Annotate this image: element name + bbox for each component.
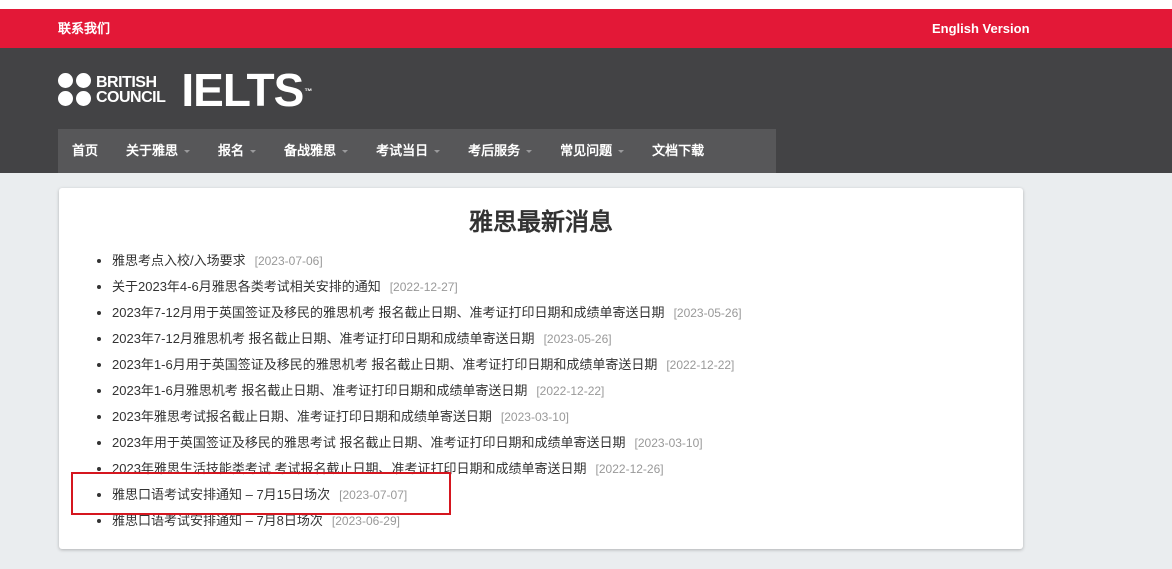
site-header: BRITISH COUNCIL IELTS ™ 首页 关于雅思 报名 备战雅思 考试当日 考… — [0, 48, 1172, 173]
news-link[interactable]: 关于2023年4-6月雅思各类考试相关安排的通知 — [112, 279, 381, 294]
top-bar: 联系我们 English Version — [0, 9, 1172, 48]
nav-item[interactable]: 考后服务 — [454, 129, 546, 173]
main-nav: 首页 关于雅思 报名 备战雅思 考试当日 考后服务 常见问题 文档下载 — [58, 129, 776, 173]
news-date: [2022-12-22] — [536, 384, 605, 398]
nav-item-label: 备战雅思 — [284, 143, 337, 158]
news-link[interactable]: 2023年7-12月用于英国签证及移民的雅思机考 报名截止日期、准考证打印日期和… — [112, 305, 665, 320]
list-item: 2023年雅思生活技能类考试 考试报名截止日期、准考证打印日期和成绩单寄送日期 [… — [96, 456, 742, 482]
british-council-dots-icon — [58, 73, 92, 107]
caret-down-icon — [342, 150, 349, 154]
news-link[interactable]: 2023年雅思考试报名截止日期、准考证打印日期和成绩单寄送日期 — [112, 409, 492, 424]
news-date: [2023-06-29] — [331, 514, 400, 528]
news-date: [2023-05-26] — [673, 306, 742, 320]
site-logo[interactable]: BRITISH COUNCIL IELTS ™ — [58, 64, 312, 116]
news-link[interactable]: 2023年用于英国签证及移民的雅思考试 报名截止日期、准考证打印日期和成绩单寄送… — [112, 435, 626, 450]
nav-item-label: 首页 — [72, 143, 99, 158]
news-link[interactable]: 2023年1-6月雅思机考 报名截止日期、准考证打印日期和成绩单寄送日期 — [112, 383, 527, 398]
list-item: 雅思考点入校/入场要求 [2023-07-06] — [96, 248, 742, 274]
news-link[interactable]: 雅思考点入校/入场要求 — [112, 253, 246, 268]
news-date: [2023-03-10] — [634, 436, 703, 450]
news-panel: 雅思最新消息 雅思考点入校/入场要求 [2023-07-06] 关于2023年4-6… — [59, 188, 1023, 549]
nav-item-label: 考后服务 — [468, 143, 521, 158]
news-date: [2023-07-06] — [254, 254, 323, 268]
news-link[interactable]: 2023年雅思生活技能类考试 考试报名截止日期、准考证打印日期和成绩单寄送日期 — [112, 461, 587, 476]
british-council-wordmark: BRITISH COUNCIL — [96, 74, 166, 106]
caret-down-icon — [526, 150, 533, 154]
list-item: 雅思口语考试安排通知 – 7月15日场次 [2023-07-07] — [96, 482, 742, 508]
news-date: [2022-12-26] — [595, 462, 664, 476]
nav-item[interactable]: 报名 — [204, 129, 270, 173]
list-item: 2023年1-6月用于英国签证及移民的雅思机考 报名截止日期、准考证打印日期和成… — [96, 352, 742, 378]
nav-item-label: 考试当日 — [376, 143, 429, 158]
news-date: [2023-05-26] — [543, 332, 612, 346]
news-link[interactable]: 2023年7-12月雅思机考 报名截止日期、准考证打印日期和成绩单寄送日期 — [112, 331, 535, 346]
nav-item[interactable]: 备战雅思 — [270, 129, 362, 173]
nav-item[interactable]: 文档下载 — [638, 129, 718, 173]
english-version-link[interactable]: English Version — [932, 9, 1030, 48]
list-item: 2023年雅思考试报名截止日期、准考证打印日期和成绩单寄送日期 [2023-03-… — [96, 404, 742, 430]
nav-item[interactable]: 首页 — [58, 129, 112, 173]
nav-item[interactable]: 关于雅思 — [112, 129, 204, 173]
news-date: [2022-12-27] — [389, 280, 458, 294]
page-title: 雅思最新消息 — [469, 208, 613, 236]
top-strip — [0, 0, 1172, 9]
news-date: [2022-12-22] — [666, 358, 735, 372]
list-item: 2023年用于英国签证及移民的雅思考试 报名截止日期、准考证打印日期和成绩单寄送… — [96, 430, 742, 456]
news-list: 雅思考点入校/入场要求 [2023-07-06] 关于2023年4-6月雅思各类考试… — [96, 248, 742, 534]
caret-down-icon — [250, 150, 257, 154]
contact-us-link[interactable]: 联系我们 — [58, 9, 110, 48]
nav-item[interactable]: 考试当日 — [362, 129, 454, 173]
nav-item[interactable]: 常见问题 — [546, 129, 638, 173]
nav-item-label: 文档下载 — [652, 143, 705, 158]
list-item: 2023年1-6月雅思机考 报名截止日期、准考证打印日期和成绩单寄送日期 [202… — [96, 378, 742, 404]
caret-down-icon — [434, 150, 441, 154]
news-link[interactable]: 雅思口语考试安排通知 – 7月8日场次 — [112, 513, 323, 528]
news-link[interactable]: 雅思口语考试安排通知 – 7月15日场次 — [112, 487, 330, 502]
news-date: [2023-07-07] — [339, 488, 408, 502]
nav-item-label: 关于雅思 — [126, 143, 179, 158]
caret-down-icon — [618, 150, 625, 154]
list-item: 关于2023年4-6月雅思各类考试相关安排的通知 [2022-12-27] — [96, 274, 742, 300]
list-item: 2023年7-12月雅思机考 报名截止日期、准考证打印日期和成绩单寄送日期 [20… — [96, 326, 742, 352]
news-date: [2023-03-10] — [500, 410, 569, 424]
ielts-wordmark: IELTS ™ — [181, 64, 312, 116]
caret-down-icon — [184, 150, 191, 154]
list-item: 2023年7-12月用于英国签证及移民的雅思机考 报名截止日期、准考证打印日期和… — [96, 300, 742, 326]
list-item: 雅思口语考试安排通知 – 7月8日场次 [2023-06-29] — [96, 508, 742, 534]
nav-item-label: 常见问题 — [560, 143, 613, 158]
news-link[interactable]: 2023年1-6月用于英国签证及移民的雅思机考 报名截止日期、准考证打印日期和成… — [112, 357, 657, 372]
nav-item-label: 报名 — [218, 143, 245, 158]
